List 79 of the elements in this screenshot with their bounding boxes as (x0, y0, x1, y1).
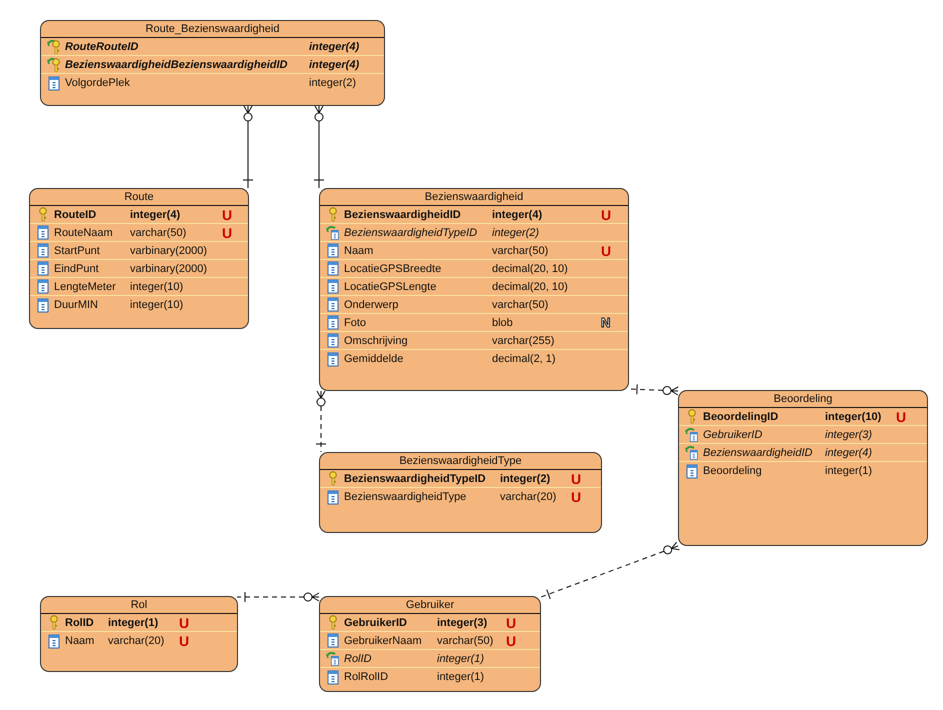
column-name: EindPunt (54, 262, 100, 276)
unique-constraint-label: U (179, 634, 190, 648)
column-type: integer(10) (825, 410, 882, 424)
column-type: varchar(255) (492, 334, 556, 348)
column-type: integer(4) (825, 446, 874, 460)
column-type: integer(2) (309, 76, 358, 90)
entity-title: Route (30, 189, 248, 206)
column-type: varchar(50) (492, 298, 550, 312)
entity-title: Bezienswaardigheid (320, 189, 628, 206)
column-name: Naam (65, 634, 96, 648)
unique-constraint-label: U (222, 226, 232, 240)
unique-constraint-label: U (506, 634, 516, 648)
column-type: integer(4) (309, 58, 360, 72)
column-name: BezienswaardigheidType (344, 490, 468, 504)
unique-constraint-label: U (896, 410, 906, 424)
column-type: integer(1) (108, 616, 160, 630)
column-name: BezienswaardigheidID (344, 208, 462, 222)
column-type: varchar(50) (130, 226, 188, 240)
column-name: LocatieGPSLengte (344, 280, 438, 294)
column-type: integer(2) (500, 472, 552, 486)
column-type: decimal(2, 1) (492, 352, 557, 366)
column-type: integer(4) (492, 208, 544, 222)
column-name: BezienswaardigheidTypeID (344, 472, 487, 486)
column-type: decimal(20, 10) (492, 280, 569, 294)
unique-constraint-label: U (601, 208, 612, 222)
column-type: varchar(50) (492, 244, 550, 258)
column-name: Beoordeling (703, 464, 763, 478)
column-name: Omschrijving (344, 334, 409, 348)
column-name: Naam (344, 244, 374, 258)
column-name: RolID (65, 616, 95, 630)
column-name: BeoordelingID (703, 410, 780, 424)
column-type: integer(3) (825, 428, 874, 442)
column-type: integer(1) (437, 652, 486, 666)
unique-constraint-label: U (222, 208, 232, 222)
column-type: integer(4) (309, 40, 360, 54)
column-name: RouteRouteID (65, 40, 140, 54)
column-name: BezienswaardigheidBezienswaardigheidID (65, 58, 289, 72)
column-type: integer(4) (130, 208, 182, 222)
entity-title: Gebruiker (320, 597, 540, 614)
column-type: integer(1) (825, 464, 874, 478)
column-name: BezienswaardigheidID (703, 446, 814, 460)
column-name: RouteID (54, 208, 98, 222)
unique-constraint-label: U (571, 490, 582, 504)
nullable-constraint-label: N (601, 316, 610, 330)
column-name: GebruikerID (344, 616, 408, 630)
column-name: RouteNaam (54, 226, 114, 240)
column-name: StartPunt (54, 244, 101, 258)
column-type: integer(2) (492, 226, 540, 240)
column-name: RolID (344, 652, 373, 666)
column-name: DuurMIN (54, 298, 100, 312)
entity-title: BezienswaardigheidType (320, 453, 601, 470)
column-name: Foto (344, 316, 368, 330)
entity-title: Beoordeling (679, 391, 927, 408)
column-type: decimal(20, 10) (492, 262, 569, 276)
column-type: varbinary(2000) (130, 262, 208, 276)
entity-title: Rol (41, 597, 237, 614)
column-name: GebruikerID (703, 428, 764, 442)
column-type: blob (492, 316, 514, 330)
unique-constraint-label: U (571, 472, 582, 486)
unique-constraint-label: U (601, 244, 612, 258)
column-type: varchar(20) (108, 634, 166, 648)
unique-constraint-label: U (506, 616, 516, 630)
column-type: integer(1) (437, 670, 486, 684)
column-name: Onderwerp (344, 298, 400, 312)
column-type: varchar(50) (437, 634, 494, 648)
column-name: VolgordePlek (65, 76, 131, 90)
column-type: varbinary(2000) (130, 244, 208, 258)
column-name: LocatieGPSBreedte (344, 262, 442, 276)
column-name: Gemiddelde (344, 352, 404, 366)
column-type: varchar(20) (500, 490, 558, 504)
column-name: RolRolID (344, 670, 390, 684)
column-name: LengteMeter (54, 280, 117, 294)
column-type: integer(10) (130, 280, 184, 294)
column-name: GebruikerNaam (344, 634, 423, 648)
column-type: integer(3) (437, 616, 488, 630)
column-type: integer(10) (130, 298, 184, 312)
column-name: BezienswaardigheidTypeID (344, 226, 478, 240)
unique-constraint-label: U (179, 616, 190, 630)
entity-title: Route_Bezienswaardigheid (41, 21, 384, 38)
